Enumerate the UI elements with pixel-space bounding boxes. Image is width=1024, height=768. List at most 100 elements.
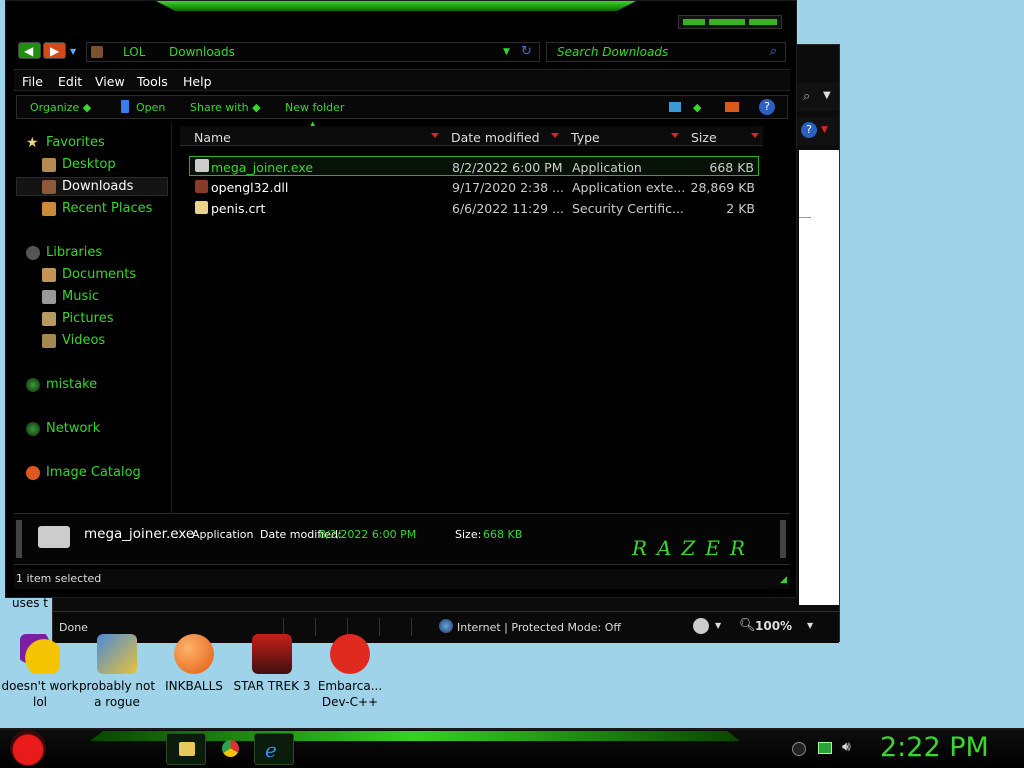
taskbar-explorer-button[interactable] <box>166 733 206 765</box>
popup-blocker-icon[interactable] <box>693 618 709 634</box>
taskbar-ie-button[interactable]: e <box>254 733 294 765</box>
nav-label: Libraries <box>46 245 103 260</box>
organize-button[interactable]: Organize ◆ <box>30 101 91 114</box>
search-icon[interactable]: ⌕ <box>803 89 810 104</box>
nav-item-documents[interactable]: Documents <box>42 267 136 282</box>
nav-label: Network <box>46 421 101 436</box>
ie-status-text: Done <box>59 621 88 634</box>
nav-item-music[interactable]: Music <box>42 289 99 304</box>
open-button[interactable]: Open <box>136 101 165 114</box>
nav-item-videos[interactable]: Videos <box>42 333 105 348</box>
share-with-button[interactable]: Share with ◆ <box>190 101 261 114</box>
desktop-icon-yahoo[interactable]: doesn't work lol <box>0 634 80 710</box>
table-row[interactable]: opengl32.dll 9/17/2020 2:38 ... Applicat… <box>189 177 759 197</box>
nav-item-desktop[interactable]: Desktop <box>42 157 116 172</box>
taskbar-clock[interactable]: 2:22 PM <box>880 732 1020 766</box>
address-bar[interactable]: LOL Downloads ▼ ↻ <box>86 42 540 62</box>
desktop-icon-label: INKBALLS <box>165 679 223 693</box>
zoom-icon[interactable]: 🔍︎ <box>739 618 756 633</box>
search-input[interactable]: Search Downloads ⌕ <box>546 42 786 62</box>
caption-buttons[interactable] <box>678 15 782 29</box>
menu-file[interactable]: File <box>22 74 43 89</box>
resize-grip-icon[interactable]: ◢ <box>780 575 787 585</box>
desktop-icon-star-trek[interactable]: STAR TREK 3 <box>232 634 312 694</box>
nav-label: Videos <box>62 333 106 348</box>
close-button[interactable] <box>749 19 777 25</box>
column-type[interactable]: Type <box>563 126 683 146</box>
breadcrumb-downloads[interactable]: Downloads <box>169 45 235 59</box>
forward-button[interactable]: ▶ <box>43 42 66 59</box>
show-hidden-icons[interactable] <box>792 742 806 756</box>
zoom-level[interactable]: 100% <box>755 619 792 633</box>
new-folder-button[interactable]: New folder <box>285 101 344 114</box>
desktop-icon-label: doesn't work lol <box>1 679 79 709</box>
dropdown-icon[interactable]: ▼ <box>807 621 813 630</box>
command-bar: Organize ◆ Open Share with ◆ New folder … <box>16 95 788 119</box>
network-tray-icon[interactable] <box>818 742 832 754</box>
breadcrumb-lol[interactable]: LOL <box>123 45 145 59</box>
documents-icon <box>42 267 56 282</box>
menu-help[interactable]: Help <box>183 74 212 89</box>
desktop-icon-inkballs[interactable]: INKBALLS <box>154 634 234 694</box>
open-icon <box>121 100 129 113</box>
column-filter-icon[interactable] <box>551 133 559 138</box>
explorer-window[interactable]: ◀ ▶ ▼ LOL Downloads ▼ ↻ Search Downloads… <box>5 0 797 598</box>
column-date-modified[interactable]: Date modified <box>443 126 563 146</box>
column-label: Size <box>691 130 717 145</box>
column-filter-icon[interactable] <box>751 133 759 138</box>
preview-pane-icon[interactable] <box>725 102 739 112</box>
downloads-icon <box>42 179 56 194</box>
back-button[interactable]: ◀ <box>18 42 41 59</box>
menu-view[interactable]: View <box>95 74 125 89</box>
file-name: mega_joiner.exe <box>211 160 314 175</box>
volume-icon[interactable]: 🔊︎ <box>842 739 851 755</box>
table-row[interactable]: penis.crt 6/6/2022 11:29 ... Security Ce… <box>189 198 759 218</box>
dropdown-icon[interactable]: ▼ <box>823 90 831 101</box>
view-options-icon[interactable]: ◆ <box>693 101 701 114</box>
nav-item-downloads[interactable]: Downloads <box>42 179 133 194</box>
minimize-button[interactable] <box>683 19 705 25</box>
libraries-icon <box>26 245 40 260</box>
address-dropdown-icon[interactable]: ▼ <box>503 47 510 57</box>
details-date-value: 8/2/2022 6:00 PM <box>319 528 417 541</box>
recent-pages-dropdown-icon[interactable]: ▼ <box>70 47 76 56</box>
nav-item-image-catalog[interactable]: Image Catalog <box>26 465 141 480</box>
desktop-icon-dev-cpp[interactable]: Embarca... Dev-C++ <box>310 634 390 710</box>
nav-item-mistake[interactable]: mistake <box>26 377 97 392</box>
menu-bar <box>14 69 790 91</box>
search-icon[interactable]: ⌕ <box>769 44 776 59</box>
file-date: 6/6/2022 11:29 ... <box>452 201 565 216</box>
refresh-icon[interactable]: ↻ <box>521 44 532 59</box>
menu-edit[interactable]: Edit <box>58 74 82 89</box>
desktop-icon-rogue[interactable]: probably not a rogue <box>77 634 157 710</box>
desktop-icon-label: Embarca... Dev-C++ <box>317 679 383 709</box>
details-file-name: mega_joiner.exe <box>84 526 195 542</box>
help-icon[interactable]: ? <box>801 122 817 138</box>
dropdown-icon[interactable]: ▼ <box>821 125 828 135</box>
column-name[interactable]: Name <box>180 126 443 146</box>
start-button[interactable] <box>10 730 46 766</box>
help-icon[interactable]: ? <box>759 99 775 115</box>
maximize-button[interactable] <box>709 19 745 25</box>
nav-label: Recent Places <box>62 201 153 216</box>
certificate-file-icon <box>195 201 208 214</box>
column-size[interactable]: Size <box>683 126 763 146</box>
desktop-icon-label: STAR TREK 3 <box>233 679 311 693</box>
nav-item-favorites[interactable]: ★ Favorites <box>26 135 105 150</box>
nav-item-libraries[interactable]: Libraries <box>26 245 102 260</box>
back-arrow-icon: ◀ <box>24 44 34 58</box>
column-label: Type <box>571 130 600 145</box>
nav-item-network[interactable]: Network <box>26 421 100 436</box>
forward-arrow-icon: ▶ <box>50 44 60 58</box>
ie-search-area[interactable]: ⌕ ▼ <box>797 83 839 111</box>
dropdown-icon[interactable]: ▼ <box>715 621 721 630</box>
column-filter-icon[interactable] <box>671 133 679 138</box>
ie-help-area[interactable]: ? ▼ <box>797 117 839 145</box>
table-row[interactable]: mega_joiner.exe 8/2/2022 6:00 PM Applica… <box>189 156 759 176</box>
nav-item-pictures[interactable]: Pictures <box>42 311 113 326</box>
change-view-icon[interactable] <box>669 102 681 112</box>
nav-item-recent-places[interactable]: Recent Places <box>42 201 152 216</box>
chrome-icon[interactable] <box>222 740 239 757</box>
menu-tools[interactable]: Tools <box>137 74 168 89</box>
column-filter-icon[interactable] <box>431 133 439 138</box>
